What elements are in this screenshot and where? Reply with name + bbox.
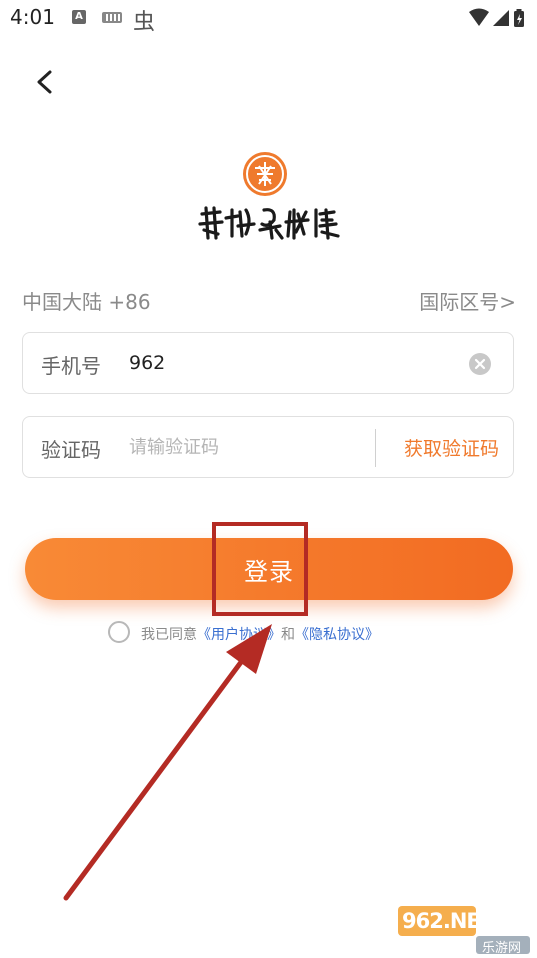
watermark-sub: 乐游网 xyxy=(482,941,522,956)
login-button[interactable]: 登录 xyxy=(25,538,513,600)
code-field: 验证码 获取验证码 xyxy=(22,416,514,478)
agreement-row: 我已同意《用户协议》和《隐私协议》 xyxy=(108,621,438,647)
back-button[interactable] xyxy=(28,62,64,102)
keyboard-icon xyxy=(102,12,122,23)
annotation-arrow xyxy=(63,624,272,901)
logo-emblem xyxy=(243,152,287,196)
watermark-logo: 962.NET 乐游网 xyxy=(398,906,530,956)
privacy-agreement-link[interactable]: 《隐私协议》 xyxy=(295,627,379,643)
region-row: 中国大陆 +86 国际区号> xyxy=(22,286,516,316)
agree-checkbox[interactable] xyxy=(108,621,130,643)
user-agreement-link[interactable]: 《用户协议》 xyxy=(197,627,281,643)
wifi-icon xyxy=(469,8,489,26)
phone-label: 手机号 xyxy=(41,354,101,378)
code-label: 验证码 xyxy=(41,438,101,462)
code-input[interactable] xyxy=(129,431,369,463)
a-notification-icon: A xyxy=(72,10,86,24)
field-divider xyxy=(375,429,376,467)
status-icons xyxy=(467,8,527,32)
region-label: 中国大陆 +86 xyxy=(22,290,151,314)
chevron-left-icon xyxy=(37,70,52,94)
agreement-text: 我已同意《用户协议》和《隐私协议》 xyxy=(141,624,379,644)
agreement-and: 和 xyxy=(281,627,295,643)
watermark-main: 962.NET xyxy=(402,909,494,933)
phone-field: 手机号 xyxy=(22,332,514,394)
status-time: 4:01 xyxy=(10,5,55,29)
clear-button[interactable] xyxy=(469,353,491,375)
get-code-button[interactable]: 获取验证码 xyxy=(404,434,499,461)
close-icon xyxy=(474,358,486,370)
phone-input[interactable] xyxy=(129,347,449,379)
battery-icon xyxy=(514,9,524,27)
signal-icon xyxy=(493,10,509,26)
intl-code-link[interactable]: 国际区号> xyxy=(419,286,516,315)
status-bar: 4:01 A 虫 xyxy=(0,0,537,36)
bug-icon: 虫 xyxy=(133,10,156,35)
app-logo xyxy=(180,148,350,248)
agreement-prefix: 我已同意 xyxy=(141,627,197,643)
logo-calligraphy xyxy=(198,206,340,240)
